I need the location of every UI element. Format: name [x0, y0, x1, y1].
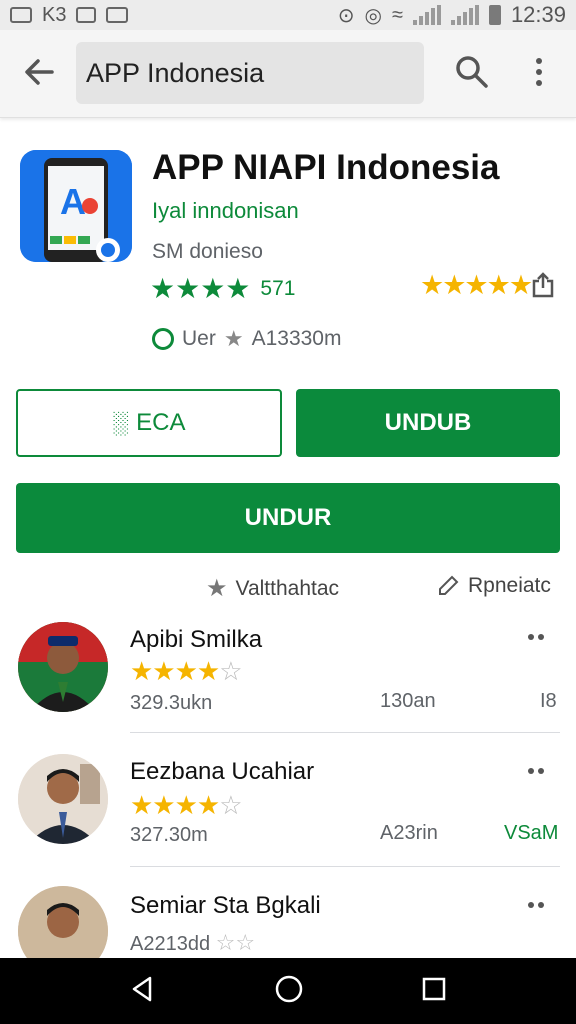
list-item-right: VSaM	[504, 822, 559, 844]
secondary-button[interactable]: ░ ECA	[16, 389, 282, 457]
divider	[130, 732, 560, 733]
secondary-button-label: ECA	[136, 409, 186, 436]
download-button-label: UNDUB	[384, 409, 472, 436]
rating-count: 571	[260, 276, 296, 300]
avatar	[18, 622, 108, 712]
install-button-label: UNDUR	[244, 504, 332, 531]
hotspot-icon: ⊙	[337, 4, 355, 27]
list-item[interactable]: Apibi Smilka ★★★★☆ 329.3ukn 130an I8	[0, 620, 576, 730]
battery-icon	[488, 5, 501, 25]
nav-back-icon[interactable]	[128, 974, 158, 1009]
system-nav-bar	[0, 958, 576, 1024]
list-item-meta-text: A2213dd	[130, 933, 211, 955]
user-rating-stars[interactable]: ★★★★★	[420, 270, 533, 301]
avatar	[18, 754, 108, 844]
image-notification-icon	[10, 7, 32, 23]
list-item-stars: ☆☆	[215, 930, 256, 955]
divider	[130, 866, 560, 867]
thumb-icon: ░	[112, 410, 129, 435]
app-developer-link[interactable]: Iyal inndonisan	[152, 198, 299, 224]
rate-link-label: Valtthahtac	[235, 576, 340, 600]
list-item-right: I8	[540, 690, 557, 712]
list-item-meta: 327.30m	[130, 824, 208, 846]
verified-circle-icon	[152, 328, 174, 350]
data-saver-icon: ◎	[364, 4, 382, 27]
info-value: A13330m	[251, 327, 342, 350]
app-rating: ★★★★ 571	[150, 272, 295, 305]
search-input[interactable]: APP Indonesia	[76, 42, 424, 104]
list-item[interactable]: Semiar Sta Bgkali A2213dd ☆☆	[0, 884, 576, 958]
app-icon: A	[20, 150, 132, 262]
more-options-icon[interactable]	[528, 768, 544, 774]
square-notification-icon	[76, 7, 97, 23]
app-info-row: Uer ★ A13330m	[152, 326, 341, 352]
app-subtitle: SM donieso	[152, 240, 263, 263]
star-icon: ★	[206, 575, 228, 602]
list-item-mid: A23rin	[380, 822, 438, 844]
list-item-stars: ★★★★☆	[130, 656, 243, 686]
more-options-icon[interactable]	[528, 902, 544, 908]
list-item-mid: 130an	[380, 690, 436, 712]
report-link-label: Rpneiatc	[468, 574, 551, 597]
nav-home-icon[interactable]	[273, 973, 305, 1010]
list-item-name: Eezbana Ucahiar	[130, 758, 315, 785]
signal-icon	[412, 5, 441, 25]
list-item-name: Semiar Sta Bgkali	[130, 892, 321, 919]
list-item-stars: ★★★★☆	[130, 790, 243, 820]
action-links: ★ Valtthahtac Rpneiatc	[0, 574, 576, 604]
share-icon[interactable]	[530, 272, 556, 298]
install-button[interactable]: UNDUR	[16, 483, 560, 553]
pencil-icon	[439, 575, 459, 595]
search-icon[interactable]	[452, 52, 492, 92]
clock: 12:39	[510, 2, 566, 27]
rating-stars: ★★★★	[150, 273, 251, 304]
download-button[interactable]: UNDUB	[296, 389, 560, 457]
more-options-icon[interactable]	[524, 52, 554, 92]
nav-recents-icon[interactable]	[420, 975, 448, 1008]
back-arrow-icon[interactable]	[20, 52, 60, 92]
star-icon: ★	[223, 326, 244, 351]
svg-text:A: A	[60, 181, 86, 222]
list-item-meta: A2213dd ☆☆	[130, 930, 255, 956]
list-item-meta: 329.3ukn	[130, 692, 213, 714]
top-toolbar: APP Indonesia	[0, 30, 576, 118]
list-item-name: Apibi Smilka	[130, 626, 263, 653]
report-link[interactable]: Rpneiatc	[436, 574, 551, 598]
list-item[interactable]: Eezbana Ucahiar ★★★★☆ 327.30m A23rin VSa…	[0, 752, 576, 862]
status-left-text: K3	[42, 3, 67, 26]
app-title: APP NIAPI Indonesia	[152, 148, 500, 187]
status-bar: K3 ⊙ ◎ ≈ 12:39	[0, 0, 576, 30]
gallery-notification-icon	[106, 7, 129, 23]
signal-icon-2	[450, 5, 479, 25]
wifi-icon: ≈	[391, 3, 403, 26]
info-text: Uer	[182, 327, 216, 350]
more-options-icon[interactable]	[528, 634, 544, 640]
avatar	[18, 886, 108, 958]
rate-link[interactable]: ★ Valtthahtac	[206, 574, 339, 603]
